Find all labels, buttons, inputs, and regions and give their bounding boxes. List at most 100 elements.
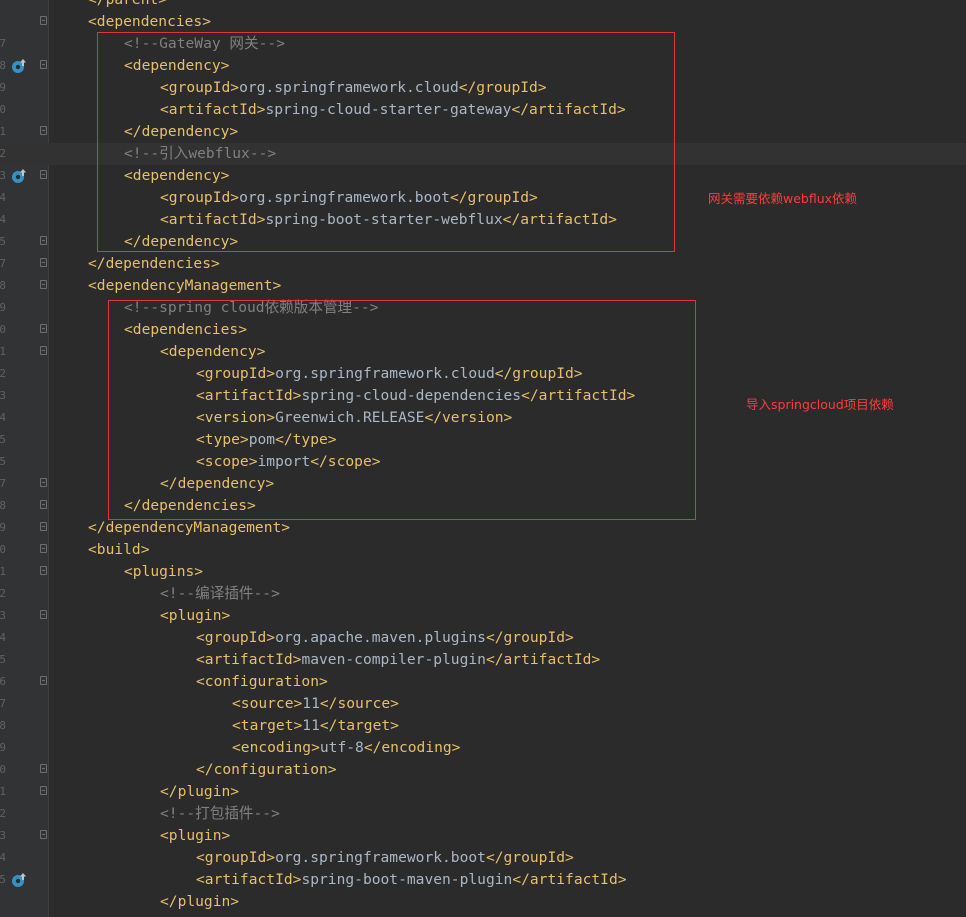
code-line[interactable]: 1 <dependency> [0,341,966,363]
code-line[interactable]: 4 <groupId>org.springframework.boot</grou… [0,847,966,869]
line-number: 7 [0,477,6,490]
code-line[interactable]: 7 <!--GateWay 网关--> [0,33,966,55]
code-line[interactable]: <dependencies> [0,11,966,33]
code-line[interactable]: 1 <plugins> [0,561,966,583]
fold-marker-icon[interactable] [40,60,47,69]
fold-marker-icon[interactable] [40,764,47,773]
code-text: </parent> [88,0,167,11]
code-line[interactable]: 2 <!--编译插件--> [0,583,966,605]
code-line[interactable]: 9 <encoding>utf-8</encoding> [0,737,966,759]
xml-open-tag: <artifactId> [196,387,302,404]
xml-text-value: org.springframework.cloud [239,79,459,96]
xml-tag: </dependency> [160,475,275,492]
fold-marker-icon[interactable] [40,346,47,355]
fold-marker-icon[interactable] [40,280,47,289]
xml-text-value: spring-cloud-dependencies [301,387,522,404]
code-line[interactable]: 8 <dependency> [0,55,966,77]
xml-close-tag: </artifactId> [512,871,627,888]
fold-marker-icon[interactable] [40,170,47,179]
code-line[interactable]: 0 <build> [0,539,966,561]
code-text: <artifactId>maven-compiler-plugin</artif… [196,649,600,671]
xml-tag: <dependency> [160,343,266,360]
line-number: 8 [0,279,6,292]
fold-marker-icon[interactable] [40,544,47,553]
code-line[interactable]: 9 <!--spring cloud依赖版本管理--> [0,297,966,319]
line-number: 5 [0,235,6,248]
fold-marker-icon[interactable] [40,258,47,267]
xml-close-tag: </target> [319,717,399,734]
code-line[interactable]: 5 <artifactId>maven-compiler-plugin</arti… [0,649,966,671]
fold-marker-icon[interactable] [40,676,47,685]
xml-close-tag: </artifactId> [521,387,636,404]
fold-marker-icon[interactable] [40,566,47,575]
code-line[interactable]: 2 <groupId>org.springframework.cloud</gro… [0,363,966,385]
xml-tag: </dependency> [124,233,239,250]
code-text: <artifactId>spring-cloud-starter-gateway… [160,99,626,121]
code-line[interactable]: 8 <dependencyManagement> [0,275,966,297]
xml-tag: </configuration> [196,761,337,778]
code-text: </dependencies> [124,495,256,517]
code-line[interactable]: 7 <source>11</source> [0,693,966,715]
line-number: 0 [0,103,6,116]
code-line[interactable]: 4 <groupId>org.apache.maven.plugins</grou… [0,627,966,649]
code-text: <artifactId>spring-boot-starter-webflux<… [160,209,617,231]
xml-tag: </parent> [88,0,167,8]
code-line[interactable]: 2 <!--打包插件--> [0,803,966,825]
code-line[interactable]: 2 <!--引入webflux--> [0,143,966,165]
xml-open-tag: <artifactId> [160,211,266,228]
line-number: 0 [0,763,6,776]
xml-close-tag: </groupId> [485,849,574,866]
fold-marker-icon[interactable] [40,830,47,839]
xml-tag: </dependencyManagement> [88,519,291,536]
override-icon[interactable] [11,168,27,184]
fold-marker-icon[interactable] [40,522,47,531]
xml-close-tag: </groupId> [449,189,538,206]
code-text: </dependency> [124,121,238,143]
code-line[interactable]: 5 <type>pom</type> [0,429,966,451]
code-text: <groupId>org.springframework.boot</group… [196,847,574,869]
code-line[interactable]: 0 <artifactId>spring-cloud-starter-gatewa… [0,99,966,121]
fold-marker-icon[interactable] [40,610,47,619]
fold-marker-icon[interactable] [40,16,47,25]
override-icon[interactable] [11,872,27,888]
xml-open-tag: <target> [232,717,303,734]
xml-text-value: maven-compiler-plugin [301,651,486,668]
xml-text-value: spring-boot-starter-webflux [265,211,503,228]
fold-marker-icon[interactable] [40,324,47,333]
code-text: </dependency> [160,473,274,495]
code-line[interactable]: 3 <dependency> [0,165,966,187]
code-line[interactable]: 0 <dependencies> [0,319,966,341]
code-line[interactable]: 4 <artifactId>spring-boot-starter-webflux… [0,209,966,231]
code-line[interactable]: </parent> [0,0,966,11]
code-line[interactable]: 1 </plugin> [0,781,966,803]
code-line[interactable]: 3 <plugin> [0,605,966,627]
code-line[interactable]: 3 <plugin> [0,825,966,847]
code-line[interactable]: 0 </configuration> [0,759,966,781]
xml-tag: </dependencies> [124,497,256,514]
xml-text-value: spring-cloud-starter-gateway [265,101,512,118]
line-number: 2 [0,807,6,820]
code-line[interactable]: 9 <groupId>org.springframework.cloud</gro… [0,77,966,99]
fold-marker-icon[interactable] [40,236,47,245]
code-line[interactable]: 8 <target>11</target> [0,715,966,737]
code-line[interactable]: </plugin> [0,891,966,913]
code-line[interactable]: 8 </dependencies> [0,495,966,517]
fold-marker-icon[interactable] [40,126,47,135]
fold-marker-icon[interactable] [40,478,47,487]
code-line[interactable]: 7 </dependency> [0,473,966,495]
code-line[interactable]: 1 </dependency> [0,121,966,143]
code-line[interactable]: 9 </dependencyManagement> [0,517,966,539]
code-line[interactable]: 5 </dependency> [0,231,966,253]
code-line[interactable]: 6 <configuration> [0,671,966,693]
code-text: </plugin> [160,781,239,803]
code-line[interactable]: 5 <artifactId>spring-boot-maven-plugin</a… [0,869,966,891]
code-editor[interactable]: </parent> <dependencies> 7 <!--GateWay 网关--… [0,0,966,917]
xml-open-tag: <artifactId> [196,651,302,668]
code-line[interactable]: 7 </dependencies> [0,253,966,275]
code-line[interactable]: 5 <scope>import</scope> [0,451,966,473]
code-text: </dependencies> [88,253,220,275]
fold-marker-icon[interactable] [40,786,47,795]
override-icon[interactable] [11,58,27,74]
xml-open-tag: <artifactId> [160,101,266,118]
fold-marker-icon[interactable] [40,500,47,509]
